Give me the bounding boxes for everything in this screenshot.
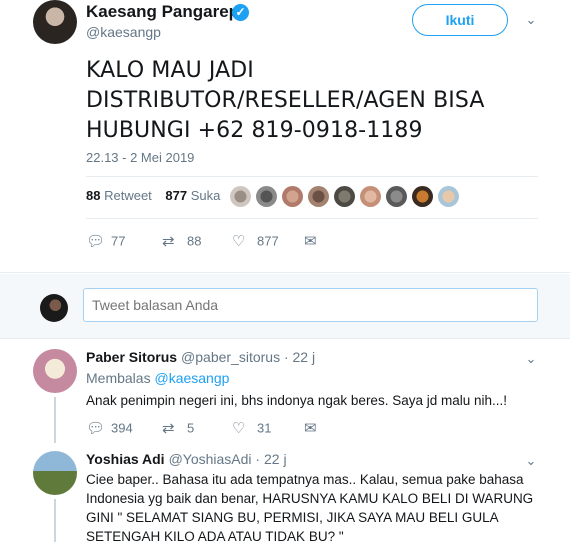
reply-author-avatar[interactable] [33, 349, 77, 393]
replying-to: Membalas @kaesangp [86, 370, 230, 386]
liker-avatar[interactable] [282, 186, 303, 207]
divider [0, 272, 570, 273]
reply-compose-area [0, 274, 570, 338]
thread-line [54, 499, 56, 542]
heart-icon: ♡ [232, 233, 246, 250]
divider [86, 218, 538, 219]
reply-display-name[interactable]: Paber Sitorus [86, 349, 177, 365]
reply-button[interactable]: 💬︎ 394 [86, 419, 133, 437]
retweet-icon: ⇄ [162, 420, 175, 437]
tweet-actions: 💬︎ 77 ⇄ 88 ♡ 877 ✉ [86, 232, 386, 252]
heart-icon: ♡ [232, 420, 246, 437]
retweet-stat[interactable]: 88 Retweet [86, 188, 152, 203]
like-stat[interactable]: 877 Suka [165, 188, 220, 203]
reply-meta[interactable]: @YoshiasAdi · 22 j [169, 451, 287, 467]
reply-display-name[interactable]: Yoshias Adi [86, 451, 165, 467]
direct-message-button[interactable]: ✉ [304, 419, 329, 437]
reply-text: Anak penimpin negeri ini, bhs indonya ng… [86, 393, 508, 408]
tweet-text: KALO MAU JADI DISTRIBUTOR/RESELLER/AGEN … [86, 58, 485, 143]
divider [86, 176, 538, 177]
message-icon: ✉ [304, 420, 317, 437]
retweet-button[interactable]: ⇄ 88 [162, 232, 201, 250]
current-user-avatar [40, 294, 68, 322]
reply-text: Ciee baper.. Bahasa itu ada tempatnya ma… [86, 472, 534, 542]
author-display-name[interactable]: Kaesang Pangarep [86, 2, 239, 22]
reply-header: Paber Sitorus @paber_sitorus · 22 j [86, 349, 315, 365]
like-button[interactable]: ♡ 877 [232, 232, 279, 250]
follow-button[interactable]: Ikuti [412, 4, 508, 36]
stats-row: 88 Retweet 877 Suka [86, 188, 230, 203]
reply-input[interactable] [83, 288, 538, 322]
author-username[interactable]: @kaesangp [86, 24, 161, 40]
liker-avatar[interactable] [438, 186, 459, 207]
reply-author-avatar[interactable] [33, 451, 77, 495]
retweet-icon: ⇄ [162, 233, 175, 250]
liker-avatar[interactable] [256, 186, 277, 207]
reply-header: Yoshias Adi @YoshiasAdi · 22 j [86, 451, 287, 467]
liker-avatar[interactable] [386, 186, 407, 207]
direct-message-button[interactable]: ✉ [304, 232, 329, 250]
liker-avatar[interactable] [230, 186, 251, 207]
verified-icon: ✓ [232, 4, 249, 21]
chevron-down-icon[interactable]: ⌄ [523, 351, 539, 367]
message-icon: ✉ [304, 233, 317, 250]
reply-icon: 💬︎ [86, 233, 106, 250]
reply-icon: 💬︎ [86, 420, 106, 437]
reply-button[interactable]: 💬︎ 77 [86, 232, 125, 250]
replying-to-link[interactable]: @kaesangp [154, 370, 229, 386]
liker-avatar[interactable] [334, 186, 355, 207]
liker-avatar[interactable] [360, 186, 381, 207]
reply-meta[interactable]: @paber_sitorus · 22 j [181, 349, 315, 365]
liker-avatar[interactable] [412, 186, 433, 207]
chevron-down-icon[interactable]: ⌄ [523, 453, 539, 469]
liker-avatar[interactable] [308, 186, 329, 207]
chevron-down-icon[interactable]: ⌄ [523, 12, 539, 28]
like-button[interactable]: ♡ 31 [232, 419, 271, 437]
author-avatar[interactable] [33, 0, 77, 44]
main-tweet: Kaesang Pangarep ✓ @kaesangp Ikuti ⌄ KAL… [0, 0, 570, 272]
tweet-timestamp[interactable]: 22.13 - 2 Mei 2019 [86, 150, 194, 165]
reply-tweet[interactable]: Paber Sitorus @paber_sitorus · 22 j ⌄ Mem… [0, 339, 570, 443]
reply-tweet[interactable]: Yoshias Adi @YoshiasAdi · 22 j ⌄ Ciee bap… [0, 443, 570, 542]
retweet-button[interactable]: ⇄ 5 [162, 419, 194, 437]
thread-line [54, 397, 56, 443]
reply-actions: 💬︎ 394 ⇄ 5 ♡ 31 ✉ [86, 419, 386, 439]
